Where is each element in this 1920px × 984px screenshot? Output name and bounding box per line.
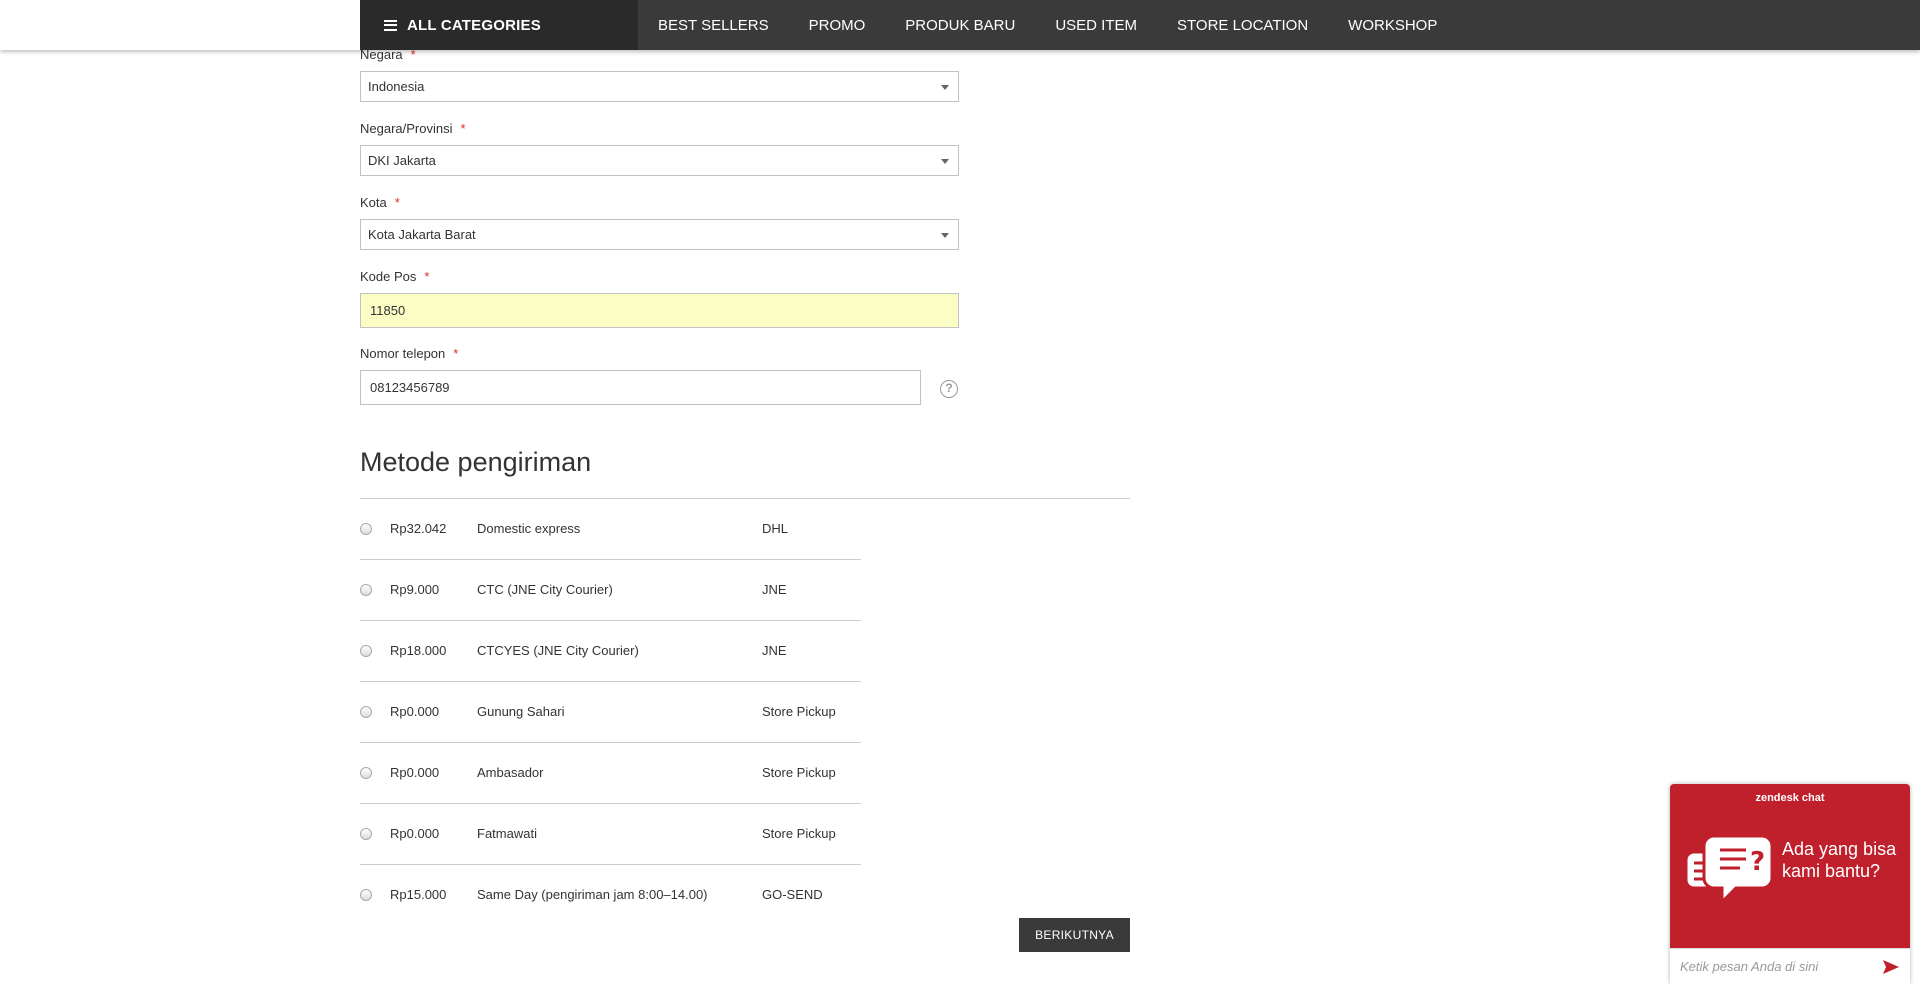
required-mark: *: [460, 121, 466, 136]
chat-widget[interactable]: zendesk chat ? Ada yang bisa kami bantu?…: [1670, 784, 1910, 984]
shipping-option[interactable]: Rp0.000 Fatmawati Store Pickup: [360, 804, 861, 865]
nav-link-used-item[interactable]: USED ITEM: [1055, 17, 1137, 34]
phone-label: Nomor telepon *: [360, 346, 458, 361]
shipping-carrier: JNE: [762, 643, 787, 658]
hamburger-icon: [384, 19, 397, 31]
question-icon[interactable]: ?: [940, 380, 958, 398]
province-select[interactable]: DKI Jakarta: [360, 145, 959, 176]
shipping-price: Rp18.000: [390, 643, 447, 658]
chat-input-placeholder: Ketik pesan Anda di sini: [1680, 959, 1819, 974]
svg-text:?: ?: [1750, 847, 1765, 877]
shipping-method: Fatmawati: [477, 826, 537, 841]
shipping-option[interactable]: Rp0.000 Gunung Sahari Store Pickup: [360, 682, 861, 743]
shipping-price: Rp0.000: [390, 704, 440, 719]
nav-link-best-sellers[interactable]: BEST SELLERS: [658, 17, 769, 34]
province-label-text: Negara/Provinsi: [360, 121, 453, 136]
city-label-text: Kota: [360, 195, 387, 210]
shipping-option[interactable]: Rp15.000 Same Day (pengiriman jam 8:00–1…: [360, 865, 861, 925]
nav-link-produk-baru[interactable]: PRODUK BARU: [905, 17, 1015, 34]
required-mark: *: [453, 346, 459, 361]
required-mark: *: [394, 195, 400, 210]
city-value: Kota Jakarta Barat: [368, 227, 476, 242]
radio-button[interactable]: [360, 645, 372, 657]
nav-links: BEST SELLERS PROMO PRODUK BARU USED ITEM…: [638, 0, 1457, 50]
shipping-carrier: Store Pickup: [762, 704, 836, 719]
phone-label-text: Nomor telepon: [360, 346, 446, 361]
dropdown-arrow-icon: [941, 233, 949, 238]
city-select[interactable]: Kota Jakarta Barat: [360, 219, 959, 250]
phone-input[interactable]: 08123456789: [360, 370, 921, 405]
postcode-label: Kode Pos *: [360, 269, 429, 284]
country-select[interactable]: Indonesia: [360, 71, 959, 102]
city-label: Kota *: [360, 195, 400, 210]
shipping-price: Rp0.000: [390, 826, 440, 841]
shipping-price: Rp15.000: [390, 887, 447, 902]
shipping-method: CTCYES (JNE City Courier): [477, 643, 639, 658]
province-label: Negara/Provinsi *: [360, 121, 466, 136]
radio-button[interactable]: [360, 828, 372, 840]
shipping-option[interactable]: Rp9.000 CTC (JNE City Courier) JNE: [360, 560, 861, 621]
dropdown-arrow-icon: [941, 159, 949, 164]
shipping-carrier: JNE: [762, 582, 787, 597]
shipping-method: Same Day (pengiriman jam 8:00–14.00): [477, 887, 708, 902]
province-value: DKI Jakarta: [368, 153, 436, 168]
postcode-label-text: Kode Pos: [360, 269, 417, 284]
country-value: Indonesia: [368, 79, 425, 94]
shipping-method: Gunung Sahari: [477, 704, 565, 719]
radio-button[interactable]: [360, 767, 372, 779]
chat-brand: zendesk chat: [1755, 792, 1825, 804]
shipping-method: CTC (JNE City Courier): [477, 582, 613, 597]
next-button[interactable]: BERIKUTNYA: [1019, 918, 1130, 952]
shipping-carrier: Store Pickup: [762, 826, 836, 841]
phone-value: 08123456789: [370, 380, 450, 395]
shipping-price: Rp0.000: [390, 765, 440, 780]
radio-button[interactable]: [360, 523, 372, 535]
all-categories-menu[interactable]: ALL CATEGORIES: [360, 0, 638, 50]
chat-bubbles-icon: ?: [1684, 834, 1774, 906]
postcode-value: 11850: [370, 303, 406, 318]
nav-link-workshop[interactable]: WORKSHOP: [1348, 17, 1437, 34]
radio-button[interactable]: [360, 889, 372, 901]
nav-link-store-location[interactable]: STORE LOCATION: [1177, 17, 1308, 34]
chat-input[interactable]: Ketik pesan Anda di sini: [1670, 948, 1910, 984]
send-icon[interactable]: [1882, 958, 1900, 976]
chat-prompt: Ada yang bisa kami bantu?: [1782, 839, 1897, 881]
shipping-carrier: GO-SEND: [762, 887, 823, 902]
radio-button[interactable]: [360, 706, 372, 718]
radio-button[interactable]: [360, 584, 372, 596]
shipping-price: Rp9.000: [390, 582, 440, 597]
dropdown-arrow-icon: [941, 85, 949, 90]
required-mark: *: [424, 269, 430, 284]
shipping-carrier: Store Pickup: [762, 765, 836, 780]
all-categories-label: ALL CATEGORIES: [407, 16, 541, 34]
postcode-input[interactable]: 11850: [360, 293, 959, 328]
shipping-title: Metode pengiriman: [360, 447, 592, 477]
shipping-method: Ambasador: [477, 765, 544, 780]
shipping-price: Rp32.042: [390, 521, 447, 536]
shipping-method: Domestic express: [477, 521, 581, 536]
shipping-option[interactable]: Rp32.042 Domestic express DHL: [360, 499, 861, 560]
shipping-methods-list: Rp32.042 Domestic express DHL Rp9.000 CT…: [360, 499, 861, 925]
top-navigation: ALL CATEGORIES BEST SELLERS PROMO PRODUK…: [0, 0, 1920, 50]
nav-link-promo[interactable]: PROMO: [809, 17, 866, 34]
shipping-option[interactable]: Rp0.000 Ambasador Store Pickup: [360, 743, 861, 804]
shipping-option[interactable]: Rp18.000 CTCYES (JNE City Courier) JNE: [360, 621, 861, 682]
shipping-carrier: DHL: [762, 521, 789, 536]
